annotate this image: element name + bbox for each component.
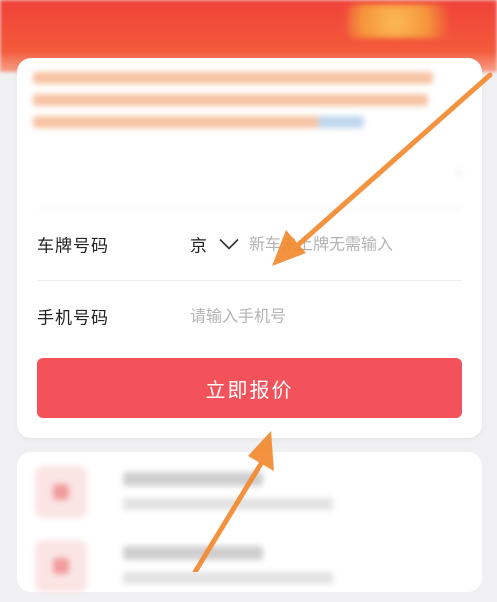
plate-number-row: 车牌号码 京 [37,208,462,281]
list-item-icon [35,466,87,518]
province-select[interactable]: 京 [190,232,239,257]
blurred-notice [33,72,433,140]
plate-number-input[interactable] [249,234,449,254]
blurred-list-card [17,452,482,592]
plate-number-label: 车牌号码 [37,236,109,257]
phone-number-input[interactable] [190,306,450,326]
list-item [35,540,455,602]
phone-number-row: 手机号码 [37,280,462,352]
list-item-icon [35,540,87,592]
quote-form-card: › 车牌号码 京 手机号码 立即报价 [17,58,482,438]
blurred-notice-link [318,116,364,128]
province-value: 京 [190,236,207,257]
get-quote-button[interactable]: 立即报价 [37,358,462,418]
chevron-down-icon [219,238,239,250]
list-item [35,466,455,528]
blurred-chevron-icon: › [456,163,462,181]
banner-decoration [347,4,467,38]
phone-number-label: 手机号码 [37,308,109,329]
blurred-field-row: › [37,136,462,209]
